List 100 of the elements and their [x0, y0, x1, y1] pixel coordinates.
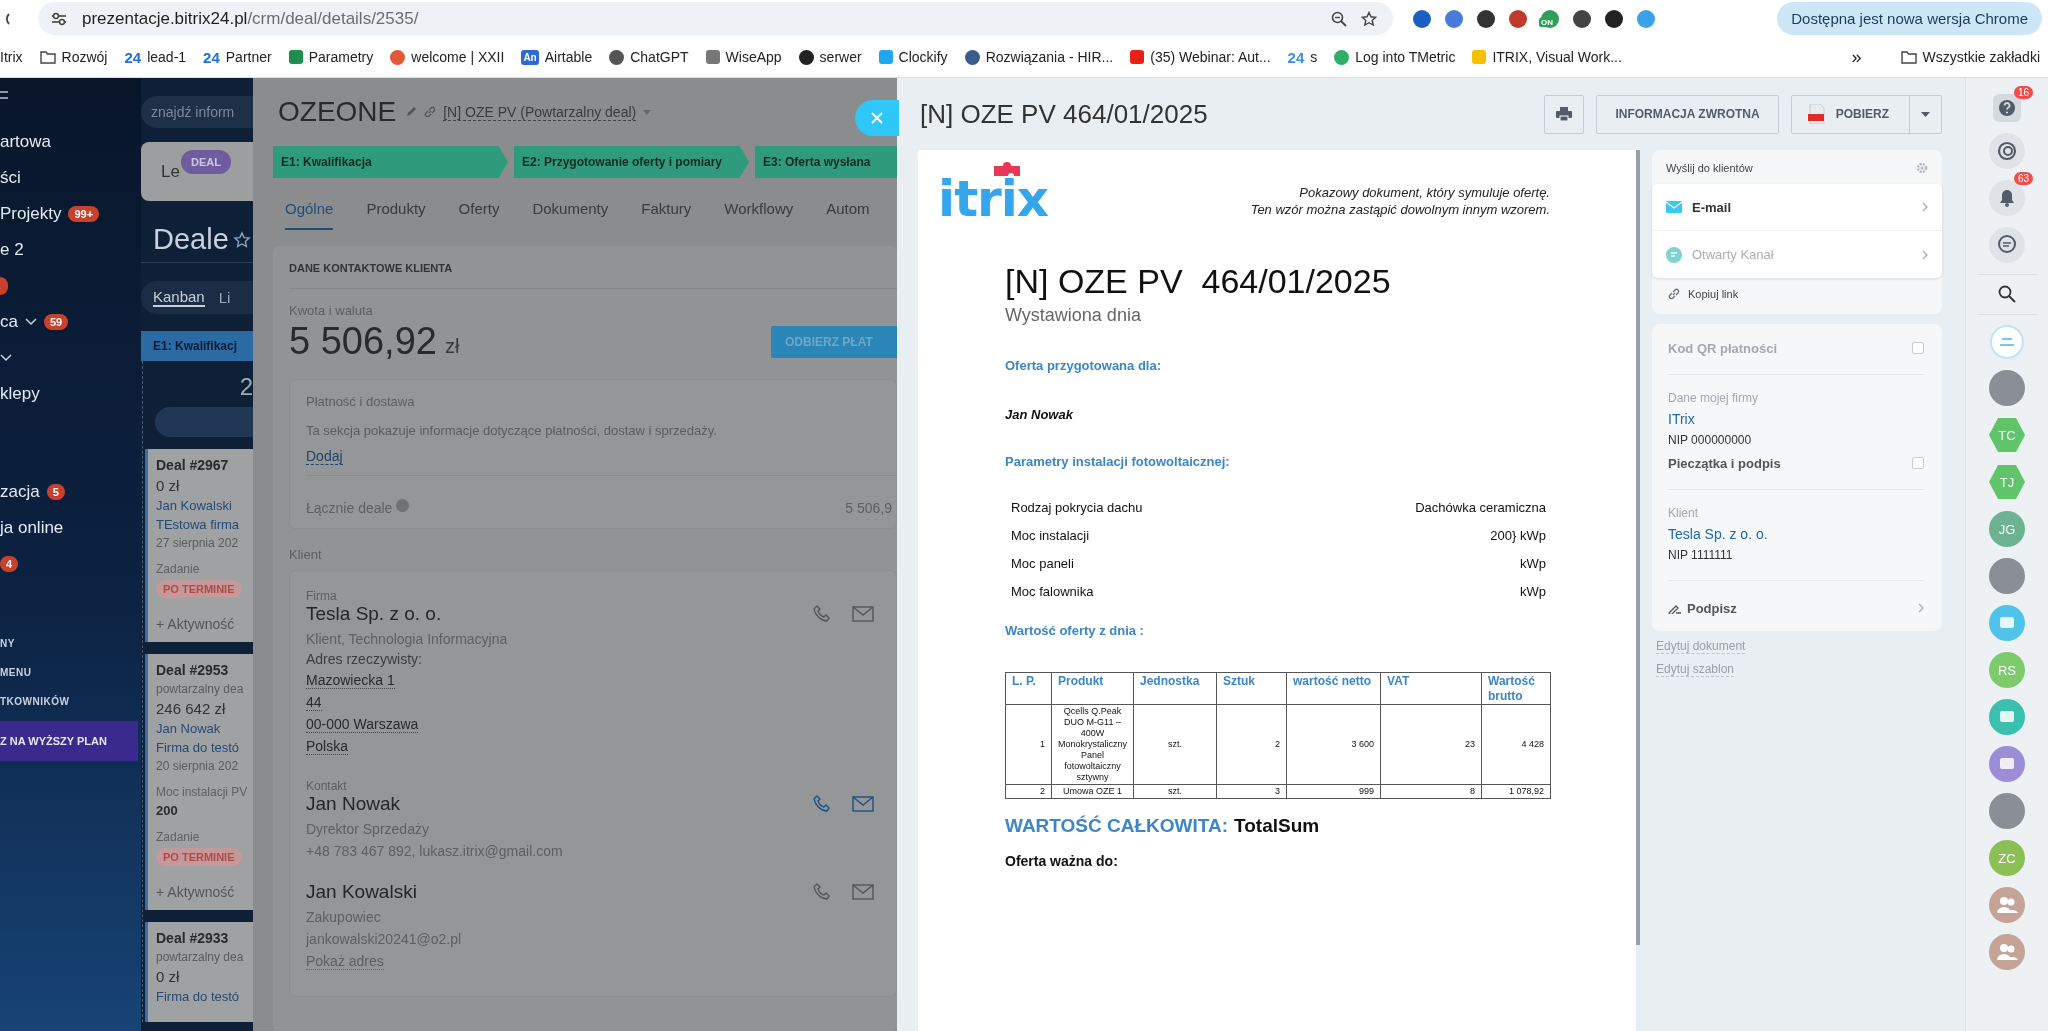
chevron-down-icon[interactable]	[0, 354, 12, 362]
avatar-placeholder[interactable]	[1989, 793, 2025, 829]
deal-link[interactable]: TEstowa firma	[156, 517, 253, 532]
app-icon[interactable]	[1989, 605, 2025, 641]
group-icon[interactable]	[1989, 887, 2025, 923]
menu-icon[interactable]	[0, 88, 10, 102]
menu-item[interactable]: ja online	[0, 518, 64, 538]
deal-link[interactable]: Jan Kowalski	[156, 498, 253, 513]
address-bar[interactable]: prezentacje.bitrix24.pl/crm/deal/details/2535/	[38, 2, 1393, 35]
bookmark[interactable]: Log into TMetric	[1334, 49, 1456, 65]
menu-item[interactable]: Projekty	[0, 204, 62, 224]
deal-link[interactable]: Jan Nowak	[156, 721, 253, 736]
bookmark[interactable]: Itrix	[0, 49, 23, 65]
caret-icon[interactable]	[643, 109, 652, 115]
company-link[interactable]: ITrix	[1668, 411, 1924, 427]
stage-step[interactable]: E1: Kwalifikacja	[273, 146, 508, 178]
site-settings-icon[interactable]	[50, 11, 68, 26]
mail-icon[interactable]	[852, 884, 874, 900]
search-icon[interactable]	[1998, 285, 2016, 303]
checkbox[interactable]	[1912, 457, 1924, 469]
menu-item[interactable]: zacja	[0, 482, 40, 502]
avatar-placeholder[interactable]	[1989, 558, 2025, 594]
close-button[interactable]	[855, 100, 899, 136]
menu-item[interactable]: ści	[0, 168, 21, 188]
tab[interactable]: Faktury	[641, 200, 692, 230]
tab[interactable]: Autom	[826, 200, 870, 230]
bookmark[interactable]: serwer	[798, 49, 862, 65]
tab[interactable]: Produkty	[366, 200, 426, 230]
upgrade-button[interactable]: Z NA WYŻSZY PLAN	[0, 721, 138, 761]
view-tab[interactable]: Li	[218, 289, 231, 306]
deal-card[interactable]: Deal #2933 powtarzalny dea 0 zł Firma do testó	[145, 922, 253, 1022]
quick-add-field[interactable]	[155, 407, 253, 437]
stage-step[interactable]: E2: Przygotowanie oferty i pomiary	[514, 146, 749, 178]
copy-link[interactable]: Kopiuj link	[1652, 278, 1942, 314]
feedback-button[interactable]: INFORMACJA ZWROTNA	[1596, 94, 1779, 134]
chevron-down-icon[interactable]	[24, 318, 37, 326]
bookmark[interactable]: Rozwiązania - HIR...	[964, 49, 1114, 65]
bookmark[interactable]: Rozwój	[39, 49, 108, 65]
scrollbar[interactable]	[1636, 150, 1640, 945]
bookmark[interactable]: Wszystkie zakładki	[1900, 49, 2040, 65]
bookmark[interactable]: 24 s	[1287, 48, 1318, 66]
bookmark[interactable]: ITRIX, Visual Work...	[1472, 49, 1622, 65]
mode-card[interactable]: Le	[141, 161, 180, 182]
channel-item[interactable]: E-mail	[1652, 184, 1942, 231]
checkbox[interactable]	[1912, 342, 1924, 354]
bookmark[interactable]: Parametry	[288, 49, 374, 65]
phone-icon[interactable]	[812, 882, 832, 902]
link-icon[interactable]	[424, 106, 437, 118]
tab[interactable]: Dokumenty	[532, 200, 609, 230]
menu-section-link[interactable]: NY	[0, 638, 141, 649]
add-activity-link[interactable]: + Aktywność	[156, 884, 253, 900]
deal-link[interactable]: Firma do testó	[156, 989, 253, 1004]
deal-category[interactable]: [N] OZE PV (Powtarzalny deal)	[443, 103, 637, 121]
bookmark[interactable]: ChatGPT	[609, 49, 689, 65]
avatar-placeholder[interactable]	[1989, 370, 2025, 406]
address-line[interactable]: 44	[306, 694, 322, 711]
extension-icon[interactable]	[1477, 9, 1495, 28]
bookmark[interactable]: 24 lead-1	[124, 48, 187, 66]
tab[interactable]: Workflowy	[724, 200, 794, 230]
address-line[interactable]: 00-000 Warszawa	[306, 716, 419, 733]
add-link[interactable]: Dodaj	[306, 448, 343, 465]
star-icon[interactable]	[232, 230, 251, 249]
app-icon[interactable]	[1989, 746, 2025, 782]
deal-card[interactable]: Deal #2967 0 zł Jan Kowalski TEstowa firma 27 sierpnia 202 Zadanie PO TERMINIE + Aktywność	[145, 449, 253, 642]
contact-name[interactable]: Jan Kowalski	[306, 881, 812, 903]
search-field[interactable]: znajdź inform	[141, 96, 253, 128]
chat-icon[interactable]	[1989, 227, 2025, 263]
menu-item[interactable]: e 2	[0, 240, 24, 260]
spiral-icon[interactable]	[1989, 133, 2025, 169]
print-button[interactable]	[1544, 94, 1585, 134]
notification-icon[interactable]	[1989, 180, 2025, 216]
menu-item[interactable]: klepy	[0, 384, 40, 404]
app-icon[interactable]	[1989, 699, 2025, 735]
mail-icon[interactable]	[852, 606, 874, 622]
phone-icon[interactable]	[812, 794, 832, 814]
bookmark[interactable]: WiseApp	[705, 49, 782, 65]
bookmark[interactable]: An Airtable	[521, 49, 593, 65]
extension-icon[interactable]: ON	[1541, 9, 1559, 28]
view-tab[interactable]: Kanban	[153, 288, 205, 307]
logo-icon[interactable]	[1990, 325, 2024, 359]
menu-section-link[interactable]: TKOWNIKÓW	[0, 696, 141, 707]
menu-section-link[interactable]: MENU	[0, 667, 141, 678]
more-bookmarks-button[interactable]: »	[1851, 46, 1862, 68]
phone-icon[interactable]	[812, 604, 832, 624]
menu-item[interactable]: artowa	[0, 132, 52, 152]
address-line[interactable]: Polska	[306, 738, 349, 755]
bookmark[interactable]: 24 Partner	[203, 48, 272, 66]
client-link[interactable]: Tesla Sp. z o. o.	[1668, 526, 1924, 542]
extension-icon[interactable]	[1605, 9, 1623, 28]
extension-icon[interactable]	[1413, 9, 1431, 28]
address-line[interactable]: Mazowiecka 1	[306, 672, 395, 689]
settings-icon[interactable]	[1916, 162, 1928, 174]
pencil-icon[interactable]	[405, 106, 418, 118]
deal-card[interactable]: Deal #2953 powtarzalny dea 246 642 zł Jan Nowak Firma do testó 20 sierpnia 202 Moc instalacji PV 200 Zadanie PO TERMINIE + Aktywność	[145, 654, 253, 910]
bookmark[interactable]: Clockify	[878, 49, 948, 65]
extension-icon[interactable]	[1573, 9, 1591, 28]
tab[interactable]: Oferty	[458, 200, 500, 230]
zoom-icon[interactable]	[1331, 10, 1347, 27]
sign-button[interactable]: Podpisz	[1668, 597, 1924, 619]
update-button[interactable]: Dostępna jest nowa wersja Chrome	[1777, 2, 2042, 35]
